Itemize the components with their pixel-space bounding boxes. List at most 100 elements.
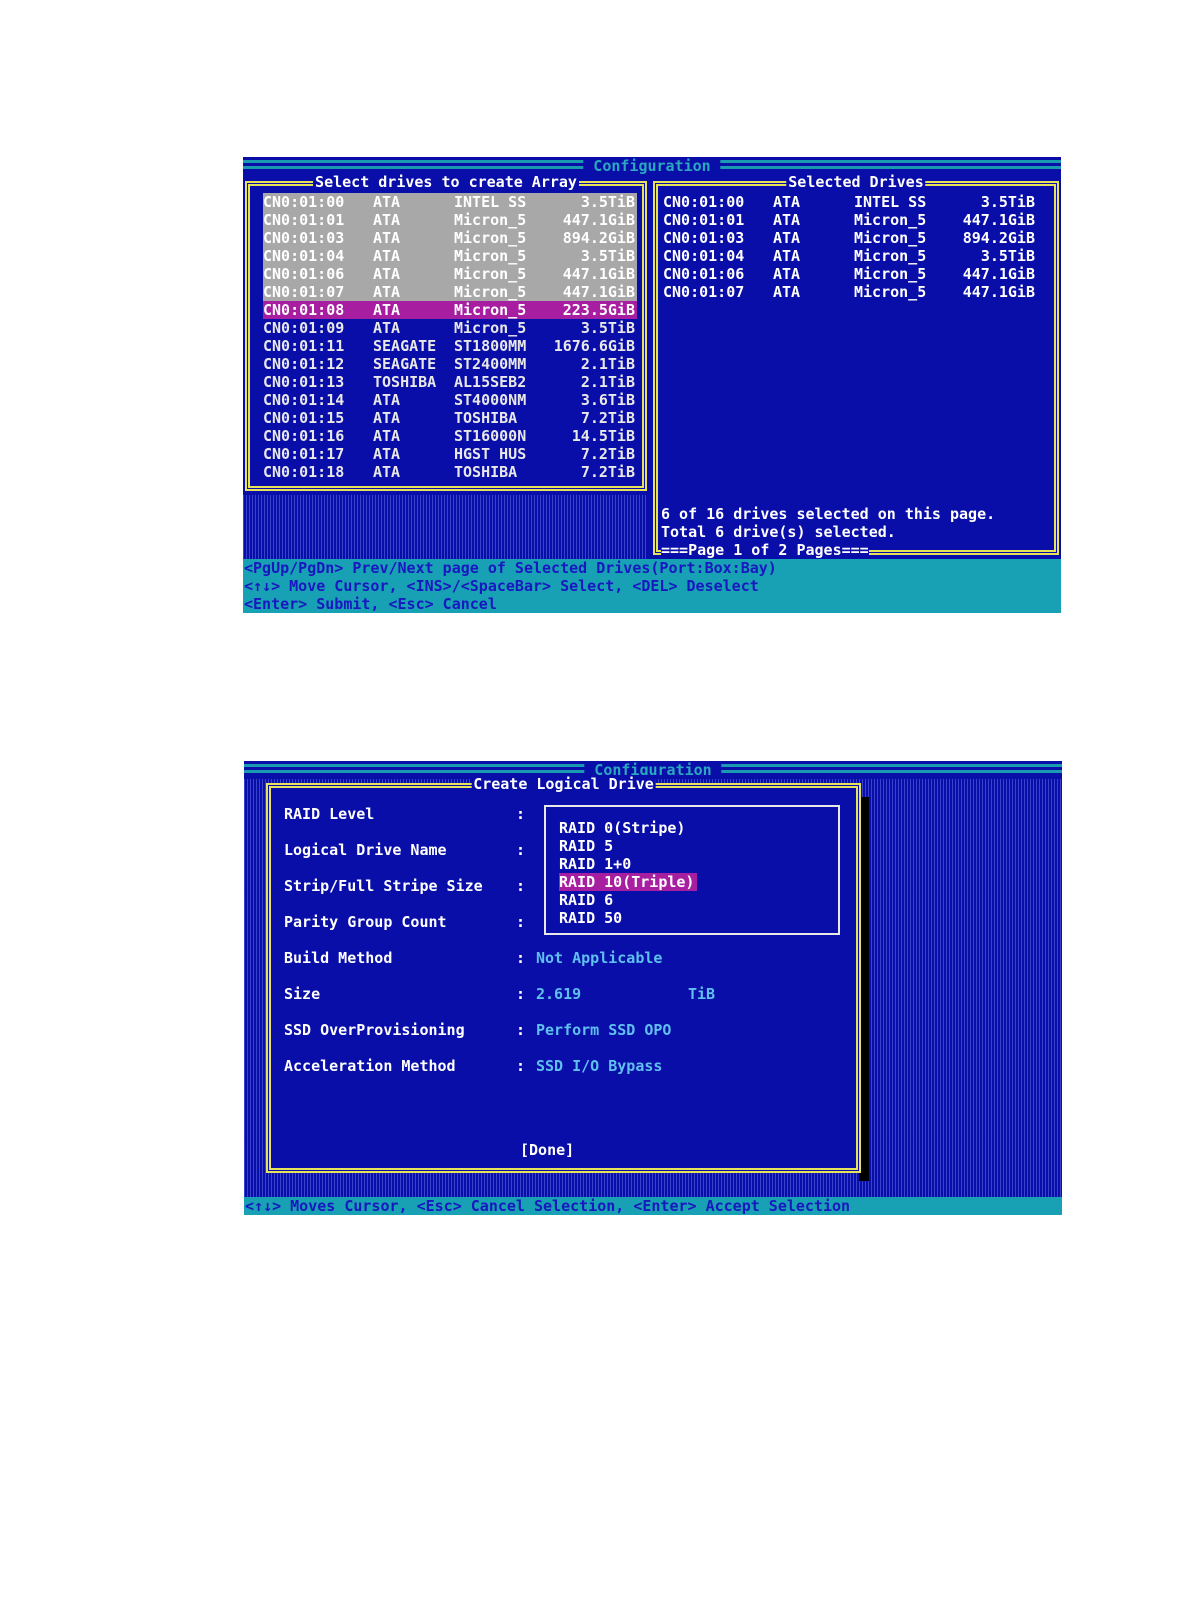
raid-option[interactable]: RAID 10(Triple): [559, 873, 698, 891]
field-separator: :: [516, 1057, 526, 1075]
available-drive-row[interactable]: CN0:01:08 ATA Micron_5 223.5GiB: [263, 301, 637, 319]
available-drive-row[interactable]: CN0:01:16 ATA ST16000N 14.5TiB: [263, 427, 637, 445]
drive-model: Micron_5: [854, 247, 927, 265]
drive-model: Micron_5: [854, 265, 927, 283]
field-separator: :: [516, 913, 526, 931]
available-drive-row[interactable]: CN0:01:11 SEAGATE ST1800MM 1676.6GiB: [263, 337, 637, 355]
selected-drive-row: CN0:01:07 ATA Micron_5 447.1GiB: [663, 283, 1035, 301]
drive-model: INTEL SS: [454, 193, 527, 211]
help-line-submit: <Enter> Submit, <Esc> Cancel: [244, 595, 497, 613]
available-drive-row[interactable]: CN0:01:01 ATA Micron_5 447.1GiB: [263, 211, 637, 229]
available-drive-row[interactable]: CN0:01:00 ATA INTEL SS 3.5TiB: [263, 193, 637, 211]
drive-vendor: ATA: [373, 247, 401, 265]
field-value[interactable]: Perform SSD OPO: [536, 1021, 671, 1039]
create-logical-drive-screen: Configuration Create Logical Drive RAID …: [244, 761, 1062, 1215]
drive-id: CN0:01:01: [663, 211, 745, 229]
drive-id: CN0:01:08: [263, 301, 345, 319]
field-unit: TiB: [688, 985, 716, 1003]
raid-option[interactable]: RAID 50: [559, 909, 625, 927]
field-value[interactable]: SSD I/O Bypass: [536, 1057, 662, 1075]
field-label: SSD OverProvisioning: [284, 1021, 465, 1039]
drive-vendor: ATA: [773, 211, 801, 229]
field-label: Size: [284, 985, 321, 1003]
field-separator: :: [516, 877, 526, 895]
available-drive-row[interactable]: CN0:01:14 ATA ST4000NM 3.6TiB: [263, 391, 637, 409]
drive-model: Micron_5: [854, 229, 927, 247]
raid-option[interactable]: RAID 0(Stripe): [559, 819, 688, 837]
available-drive-row[interactable]: CN0:01:06 ATA Micron_5 447.1GiB: [263, 265, 637, 283]
drive-model: HGST HUS: [454, 445, 527, 463]
drive-model: Micron_5: [454, 229, 527, 247]
available-drive-row[interactable]: CN0:01:12 SEAGATE ST2400MM 2.1TiB: [263, 355, 637, 373]
available-drive-row[interactable]: CN0:01:15 ATA TOSHIBA 7.2TiB: [263, 409, 637, 427]
drive-size: 447.1GiB: [562, 283, 635, 301]
drive-size: 3.5TiB: [580, 247, 635, 265]
drive-id: CN0:01:11: [263, 337, 345, 355]
drive-model: Micron_5: [854, 283, 927, 301]
drive-model: Micron_5: [454, 211, 527, 229]
page-indicator: ===Page 1 of 2 Pages===: [661, 541, 869, 559]
raid-level-dropdown[interactable]: RAID 0(Stripe) RAID 5 RAID 1+0 RAID 10(Trip…: [544, 805, 840, 935]
drive-model: ST4000NM: [454, 391, 527, 409]
field-separator: :: [516, 805, 526, 823]
drive-vendor: ATA: [773, 283, 801, 301]
drive-vendor: ATA: [373, 211, 401, 229]
available-drive-row[interactable]: CN0:01:13 TOSHIBA AL15SEB2 2.1TiB: [263, 373, 637, 391]
help-line: <↑↓> Moves Cursor, <Esc> Cancel Selectio…: [245, 1197, 851, 1215]
selected-drive-row: CN0:01:04 ATA Micron_5 3.5TiB: [663, 247, 1035, 265]
drive-vendor: ATA: [373, 265, 401, 283]
background-fill: [243, 495, 647, 559]
drive-id: CN0:01:01: [263, 211, 345, 229]
available-drive-list[interactable]: CN0:01:00 ATA INTEL SS 3.5TiB CN0:01:01 ATA Mi…: [263, 193, 637, 481]
drive-vendor: ATA: [373, 283, 401, 301]
screen-title: Configuration: [583, 157, 721, 175]
raid-option[interactable]: RAID 1+0: [559, 855, 634, 873]
drive-id: CN0:01:16: [263, 427, 345, 445]
drive-vendor: ATA: [373, 319, 401, 337]
drive-id: CN0:01:07: [263, 283, 345, 301]
drive-size: 7.2TiB: [580, 409, 635, 427]
drive-size: 894.2GiB: [962, 229, 1035, 247]
field-separator: :: [516, 1021, 526, 1039]
drive-id: CN0:01:13: [263, 373, 345, 391]
drive-size: 2.1TiB: [580, 373, 635, 391]
selected-drive-list: CN0:01:00 ATA INTEL SS 3.5TiB CN0:01:01 ATA Mi…: [663, 193, 1053, 313]
drive-vendor: SEAGATE: [373, 355, 437, 373]
available-drive-row[interactable]: CN0:01:04 ATA Micron_5 3.5TiB: [263, 247, 637, 265]
field-label: Parity Group Count: [284, 913, 447, 931]
drive-vendor: ATA: [773, 265, 801, 283]
drive-size: 447.1GiB: [562, 211, 635, 229]
available-drive-row[interactable]: CN0:01:18 ATA TOSHIBA 7.2TiB: [263, 463, 637, 481]
done-button[interactable]: [Done]: [520, 1141, 574, 1159]
available-drive-row[interactable]: CN0:01:03 ATA Micron_5 894.2GiB: [263, 229, 637, 247]
field-value[interactable]: 2.619: [536, 985, 581, 1003]
raid-option[interactable]: RAID 6: [559, 891, 616, 909]
drive-model: TOSHIBA: [454, 409, 518, 427]
drive-id: CN0:01:12: [263, 355, 345, 373]
total-selection-status: Total 6 drive(s) selected.: [661, 523, 896, 541]
raid-option-list: RAID 0(Stripe) RAID 5 RAID 1+0 RAID 10(Trip…: [546, 819, 836, 929]
drive-model: ST16000N: [454, 427, 527, 445]
drive-model: Micron_5: [454, 319, 527, 337]
drive-vendor: TOSHIBA: [373, 373, 437, 391]
field-separator: :: [516, 841, 526, 859]
available-drive-row[interactable]: CN0:01:09 ATA Micron_5 3.5TiB: [263, 319, 637, 337]
field-label: Acceleration Method: [284, 1057, 456, 1075]
available-drive-row[interactable]: CN0:01:17 ATA HGST HUS 7.2TiB: [263, 445, 637, 463]
drive-size: 447.1GiB: [962, 211, 1035, 229]
drive-id: CN0:01:00: [263, 193, 345, 211]
drive-vendor: ATA: [773, 193, 801, 211]
drive-vendor: ATA: [373, 409, 401, 427]
field-value[interactable]: Not Applicable: [536, 949, 662, 967]
selected-drive-row: CN0:01:03 ATA Micron_5 894.2GiB: [663, 229, 1035, 247]
drive-vendor: ATA: [373, 445, 401, 463]
drive-size: 2.1TiB: [580, 355, 635, 373]
drive-model: TOSHIBA: [454, 463, 518, 481]
field-separator: :: [516, 985, 526, 1003]
raid-option[interactable]: RAID 5: [559, 837, 616, 855]
key-help-bar: <↑↓> Moves Cursor, <Esc> Cancel Selectio…: [244, 1197, 1062, 1215]
drive-size: 3.5TiB: [980, 193, 1035, 211]
drive-size: 3.5TiB: [580, 319, 635, 337]
available-drive-row[interactable]: CN0:01:07 ATA Micron_5 447.1GiB: [263, 283, 637, 301]
drive-vendor: ATA: [373, 301, 401, 319]
